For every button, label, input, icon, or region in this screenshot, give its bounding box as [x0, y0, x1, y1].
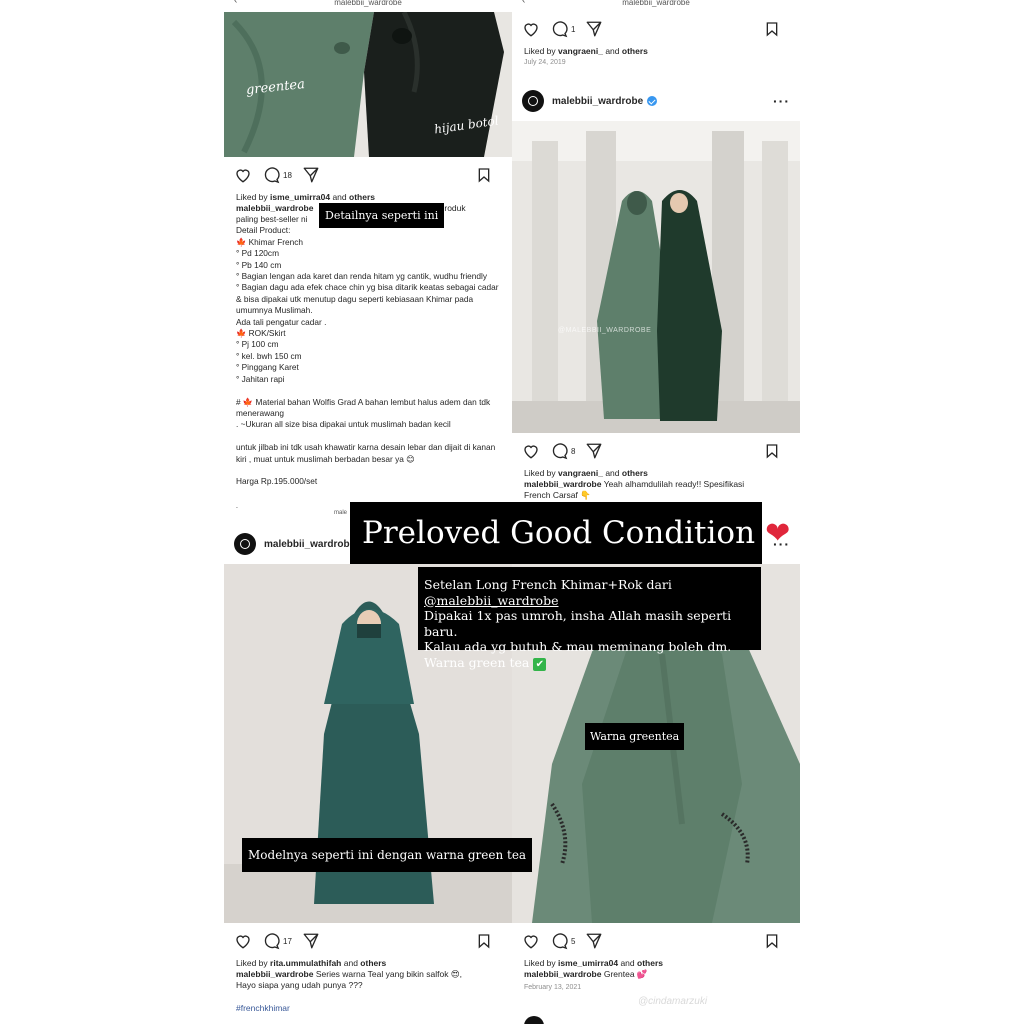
comment-count: 18	[283, 170, 292, 180]
comment-icon	[264, 167, 280, 184]
heart-icon	[524, 23, 538, 37]
caption-username[interactable]: malebbii_wardrobe	[236, 203, 313, 213]
caption-text: malebbii_wardrobe Yeah alhamdulilah read…	[524, 479, 745, 489]
comment-button[interactable]: 17	[262, 932, 292, 950]
share-button[interactable]	[585, 442, 603, 460]
post-actions: 5	[512, 929, 800, 953]
heart-icon	[236, 935, 250, 949]
caption-text: malebbii_wardrobe Series warna Teal yang…	[236, 969, 463, 979]
share-button[interactable]	[585, 20, 603, 38]
save-button[interactable]	[764, 443, 780, 459]
comment-icon	[552, 21, 568, 38]
back-arrow-icon[interactable]: ‹	[522, 0, 525, 6]
save-button[interactable]	[476, 933, 492, 949]
post-top-right: ‹ malebbii_wardrobe 1 Liked by vangraeni…	[512, 0, 800, 520]
post-meta: Liked by isme_umirra04 and others malebb…	[236, 192, 502, 488]
save-button[interactable]	[764, 933, 780, 949]
post-photo[interactable]: @MALEBBII_WARDROBE	[512, 121, 800, 433]
post-actions: 17	[224, 929, 512, 953]
hashtag-link[interactable]: #frenchkhimar	[236, 1003, 502, 1014]
check-mark-icon: ✔	[533, 657, 547, 671]
comment-button[interactable]: 1	[550, 20, 575, 38]
like-button[interactable]	[234, 932, 252, 950]
heart-icon	[524, 445, 538, 459]
bookmark-icon	[478, 168, 490, 183]
story-label-warna: Warna greentea	[585, 723, 685, 750]
save-button[interactable]	[476, 167, 492, 183]
comment-button[interactable]: 18	[262, 166, 292, 184]
post-meta-top: Liked by vangraeni_ and others July 24, …	[524, 46, 790, 68]
post-meta: Liked by isme_umirra04 and others malebb…	[524, 958, 790, 993]
photo-watermark: @MALEBBII_WARDROBE	[558, 327, 652, 334]
back-arrow-icon[interactable]: ‹	[234, 0, 237, 6]
mention-link[interactable]: @malebbii_wardrobe	[424, 593, 558, 608]
like-button[interactable]	[234, 166, 252, 184]
top-username-crop: ‹ malebbii_wardrobe	[522, 0, 690, 7]
post-meta: Liked by vangraeni_ and others malebbii_…	[524, 468, 790, 501]
caption-more-mark: ˋ	[236, 508, 238, 514]
story-title: Preloved Good Condition ❤	[350, 502, 790, 564]
heart-emoji-icon: ❤	[765, 515, 791, 551]
save-button[interactable]	[764, 21, 780, 37]
share-button[interactable]	[302, 932, 320, 950]
liked-by-line: Liked by vangraeni_ and others	[524, 468, 648, 478]
send-icon	[587, 933, 602, 949]
share-button[interactable]	[585, 932, 603, 950]
bottom-crop-text: male	[334, 510, 348, 516]
comment-icon	[264, 933, 280, 950]
liked-by-line: Liked by isme_umirra04 and others	[524, 958, 663, 968]
more-options-icon[interactable]: ···	[773, 93, 790, 109]
comment-button[interactable]: 8	[550, 442, 575, 460]
header-username[interactable]: malebbii_wardrobe	[264, 539, 355, 550]
bookmark-icon	[766, 934, 778, 949]
story-watermark: @cindamarzuki	[638, 996, 708, 1007]
post-actions-top: 1	[512, 17, 800, 41]
verified-badge-icon	[647, 96, 658, 106]
like-button[interactable]	[522, 932, 540, 950]
header-username[interactable]: malebbii_wardrobe	[552, 96, 643, 107]
bookmark-icon	[766, 444, 778, 459]
khimar-photo	[512, 121, 800, 433]
story-label-model: Modelnya seperti ini dengan warna green …	[242, 838, 533, 872]
comment-button[interactable]: 5	[550, 932, 575, 950]
post-date: July 24, 2019	[524, 59, 566, 66]
comment-icon	[552, 933, 568, 950]
post-date: February 13, 2021	[524, 984, 582, 991]
liked-by-line: Liked by rita.ummulathifah and others	[236, 958, 387, 968]
avatar[interactable]	[234, 533, 256, 555]
story-description: Setelan Long French Khimar+Rok dari @mal…	[418, 567, 761, 671]
share-button[interactable]	[302, 166, 320, 184]
send-icon	[587, 443, 602, 459]
liked-by-line: Liked by isme_umirra04 and others	[236, 192, 375, 202]
post-header: malebbii_wardrobe ···	[512, 83, 800, 119]
post-top-left: ‹ malebbii_wardrobe greentea hijau botol…	[224, 0, 512, 520]
heart-icon	[236, 169, 250, 183]
heart-icon	[524, 935, 538, 949]
liked-by-user[interactable]: isme_umirra04	[270, 192, 330, 202]
avatar[interactable]	[522, 90, 544, 112]
send-icon	[587, 21, 602, 37]
post-meta: Liked by rita.ummulathifah and others ma…	[236, 958, 502, 1014]
like-button[interactable]	[522, 442, 540, 460]
caption-text: paling best-seller ni Detail Product: 🍁 …	[236, 214, 499, 487]
bookmark-icon	[478, 934, 490, 949]
post-actions: 8	[512, 439, 800, 463]
caption-text: malebbii_wardrobe Grentea 💕	[524, 969, 648, 979]
post-actions: 18	[224, 163, 512, 187]
story-label-detail: Detailnya seperti ini	[319, 203, 445, 228]
post-photo[interactable]: greentea hijau botol	[224, 12, 512, 157]
liked-by-line: Liked by vangraeni_ and others	[524, 46, 648, 56]
like-button[interactable]	[522, 20, 540, 38]
send-icon	[303, 933, 319, 949]
next-post-avatar[interactable]	[524, 1016, 544, 1024]
bookmark-icon	[766, 22, 778, 37]
send-icon	[303, 167, 319, 183]
top-username-crop: ‹ malebbii_wardrobe	[234, 0, 402, 7]
comment-icon	[552, 443, 568, 460]
